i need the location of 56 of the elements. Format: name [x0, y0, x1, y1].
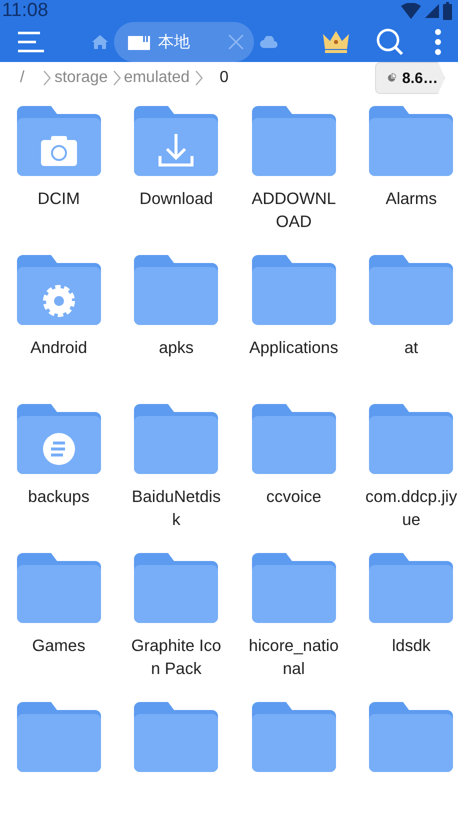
- crown-icon[interactable]: [322, 30, 350, 54]
- breadcrumb-item[interactable]: storage: [54, 69, 108, 87]
- folder-name[interactable]: ADDOWNLOAD: [246, 188, 341, 234]
- breadcrumb-item[interactable]: emulated: [124, 69, 190, 87]
- folder-name[interactable]: Alarms: [364, 188, 458, 211]
- folder-icon: [134, 106, 218, 176]
- folder-icon: [134, 702, 218, 772]
- battery-icon: [443, 2, 452, 20]
- folder-icon: [369, 106, 454, 176]
- search-icon[interactable]: [376, 28, 404, 56]
- wifi-icon: [401, 3, 421, 19]
- folder-icon: [16, 106, 101, 176]
- breadcrumb-item[interactable]: 0: [220, 69, 229, 87]
- folder-icon: [252, 404, 336, 474]
- folder-icon: [134, 553, 218, 623]
- chevron-icon: [194, 70, 204, 86]
- folder-icon: [369, 255, 454, 325]
- folder-icon: [252, 553, 336, 623]
- breadcrumb-item[interactable]: /: [20, 69, 24, 87]
- cloud-icon[interactable]: [260, 36, 278, 48]
- folder-icon: [16, 702, 101, 772]
- folder-icon: [369, 404, 454, 474]
- folder-name[interactable]: Graphite Icon Pack: [129, 635, 224, 681]
- folder-name[interactable]: at: [364, 337, 458, 360]
- status-time: 11:08: [2, 0, 48, 22]
- folder-icon: [134, 404, 218, 474]
- more-icon[interactable]: [434, 29, 442, 55]
- folder-name[interactable]: hicore_national: [246, 635, 341, 681]
- home-icon[interactable]: [92, 34, 108, 50]
- folder-icon: [369, 553, 454, 623]
- folder-name[interactable]: BaiduNetdisk: [129, 486, 224, 532]
- folder-icon: [16, 404, 101, 474]
- folder-name[interactable]: apks: [129, 337, 224, 360]
- folder-icon: [134, 255, 218, 325]
- signal-icon: [425, 4, 439, 18]
- folder-icon: [252, 106, 336, 176]
- folder-icon: [369, 702, 454, 772]
- folder-name[interactable]: DCIM: [12, 188, 106, 211]
- folder-name[interactable]: com.ddcp.jiyue: [364, 486, 458, 532]
- folder-name[interactable]: backups: [12, 486, 106, 509]
- folder-name[interactable]: Android: [12, 337, 106, 360]
- menu-button[interactable]: [16, 31, 44, 53]
- folder-name[interactable]: ccvoice: [246, 486, 341, 509]
- chevron-icon: [112, 70, 122, 86]
- folder-name[interactable]: Download: [129, 188, 224, 211]
- folder-icon: [252, 702, 336, 772]
- folder-name[interactable]: Applications: [246, 337, 341, 360]
- folder-icon: [252, 255, 336, 325]
- folder-name[interactable]: Games: [12, 635, 106, 658]
- chevron-icon: [42, 70, 52, 86]
- folder-name[interactable]: ldsdk: [364, 635, 458, 658]
- folder-icon: [16, 553, 101, 623]
- storage-badge[interactable]: 8.6…: [375, 62, 445, 94]
- folder-icon: [16, 255, 101, 325]
- close-icon[interactable]: [228, 34, 244, 50]
- sd-card-icon: [128, 34, 150, 50]
